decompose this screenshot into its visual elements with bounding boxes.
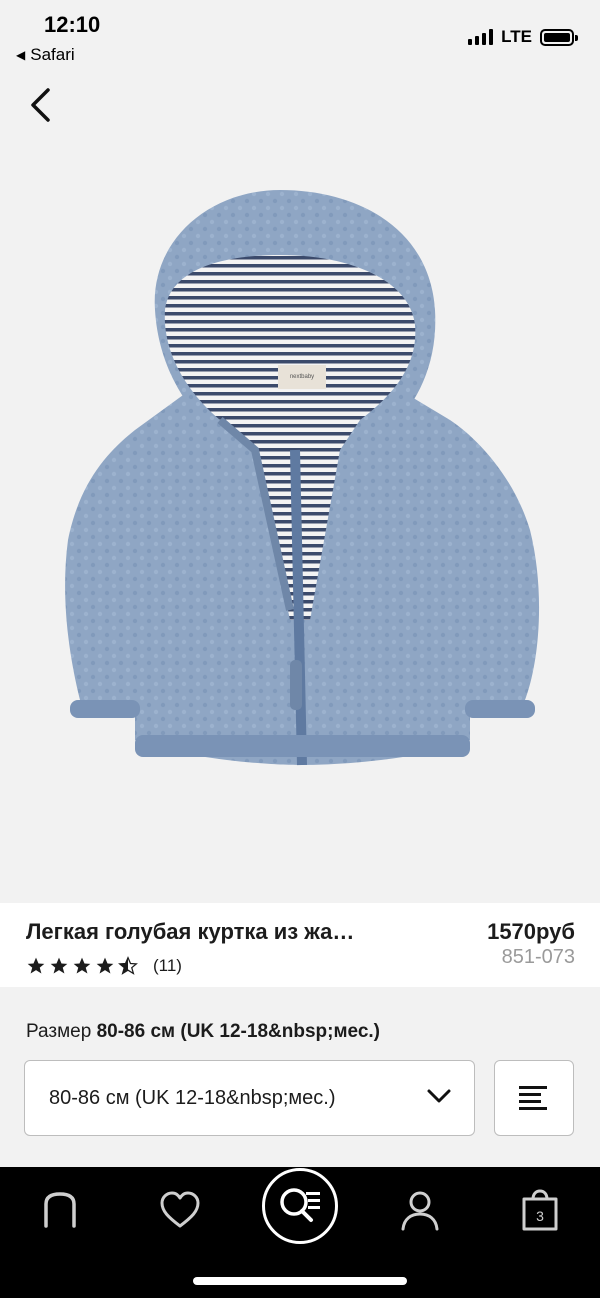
tab-favourites[interactable] <box>150 1185 210 1235</box>
status-bar: 12:10 ◀ Safari LTE <box>0 0 600 70</box>
product-price: 1570руб <box>487 919 575 944</box>
bag-icon: 3 <box>522 1189 558 1231</box>
bag-count: 3 <box>536 1208 544 1224</box>
half-star-icon <box>118 956 138 975</box>
heart-icon <box>160 1191 200 1228</box>
review-count[interactable]: (11) <box>153 956 182 976</box>
back-triangle-icon: ◀ <box>16 48 26 62</box>
product-info: Легкая голубая куртка из жа… 1570руб 851… <box>0 903 600 987</box>
back-button[interactable] <box>20 82 60 128</box>
size-label-value: 80-86 см (UK 12-18&nbsp;мес.) <box>96 1021 380 1042</box>
tab-bag[interactable]: 3 <box>510 1185 570 1235</box>
home-indicator[interactable] <box>193 1277 407 1285</box>
list-icon <box>519 1086 547 1110</box>
product-sku: 851-073 <box>501 946 575 968</box>
star-icon <box>73 957 91 974</box>
bottom-tab-bar: 3 <box>0 1167 600 1298</box>
network-label: LTE <box>501 27 532 46</box>
status-indicators: LTE <box>468 27 578 47</box>
size-section: Размер 80-86 см (UK 12-18&nbsp;мес.) 80-… <box>0 987 600 1167</box>
user-icon <box>401 1191 439 1231</box>
product-rating[interactable]: (11) <box>26 956 182 976</box>
product-title[interactable]: Легкая голубая куртка из жа… <box>26 919 426 945</box>
status-time: 12:10 <box>44 12 101 37</box>
back-to-safari[interactable]: ◀ Safari <box>16 45 75 65</box>
tab-account[interactable] <box>390 1185 450 1235</box>
signal-icon <box>468 29 494 45</box>
brand-label: nextbaby <box>290 374 314 380</box>
chevron-down-icon <box>427 1089 451 1103</box>
star-icon <box>50 957 68 974</box>
product-image-gallery[interactable]: nextbaby <box>0 70 600 958</box>
home-icon <box>44 1192 76 1228</box>
search-list-icon <box>280 1188 320 1222</box>
star-icon <box>96 957 114 974</box>
size-guide-button[interactable] <box>494 1060 574 1136</box>
chevron-left-icon <box>31 88 50 122</box>
star-icon <box>27 957 45 974</box>
battery-icon <box>540 28 578 46</box>
product-image: nextbaby <box>65 190 540 766</box>
back-app-label: Safari <box>30 45 75 64</box>
tab-search[interactable] <box>262 1168 338 1244</box>
size-label: Размер 80-86 см (UK 12-18&nbsp;мес.) <box>26 1021 380 1043</box>
size-select[interactable]: 80-86 см (UK 12-18&nbsp;мес.) <box>24 1060 475 1136</box>
size-select-value: 80-86 см (UK 12-18&nbsp;мес.) <box>49 1086 336 1109</box>
size-label-prefix: Размер <box>26 1021 92 1042</box>
tab-home[interactable] <box>30 1185 90 1235</box>
